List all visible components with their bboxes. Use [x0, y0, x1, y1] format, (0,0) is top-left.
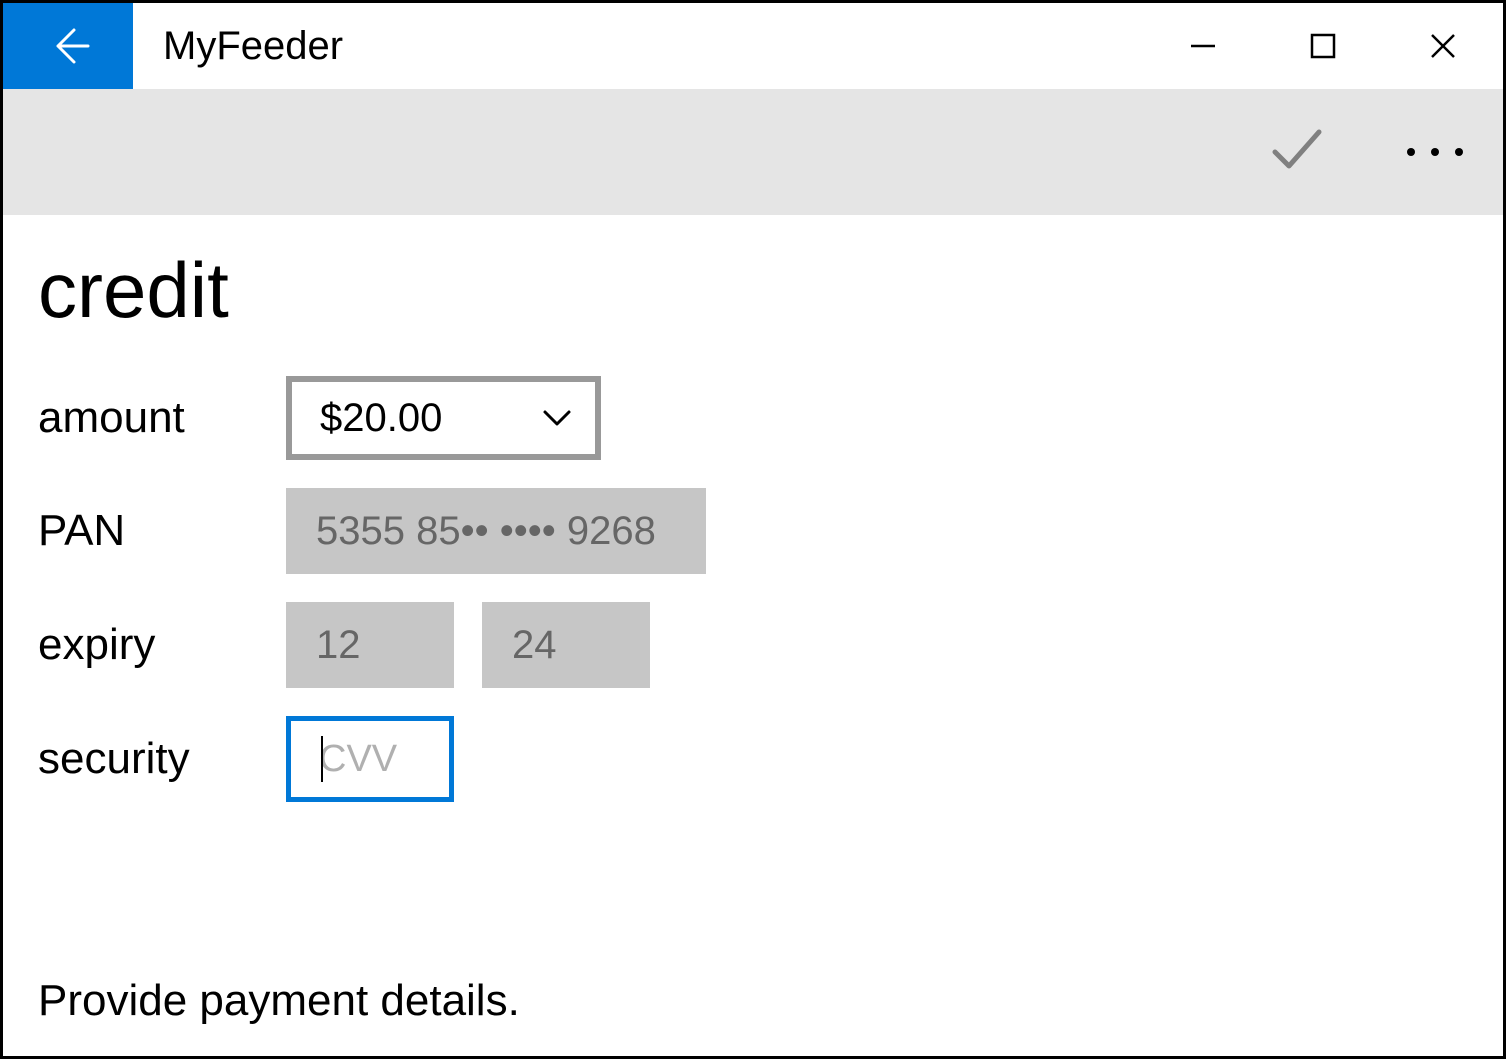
maximize-button[interactable] [1263, 3, 1383, 89]
chevron-down-icon [539, 400, 575, 436]
page-title: credit [38, 245, 1468, 336]
amount-value: $20.00 [320, 396, 539, 441]
expiry-group: 12 24 [286, 602, 650, 688]
security-label: security [38, 734, 286, 784]
close-button[interactable] [1383, 3, 1503, 89]
titlebar: MyFeeder [3, 3, 1503, 89]
back-button[interactable] [3, 3, 133, 89]
status-text: Provide payment details. [38, 976, 1468, 1026]
ellipsis-icon [1407, 148, 1415, 156]
back-arrow-icon [44, 22, 92, 70]
pan-field: 5355 85•• •••• 9268 [286, 488, 706, 574]
cvv-placeholder: CVV [319, 738, 397, 781]
amount-dropdown[interactable]: $20.00 [286, 376, 601, 460]
confirm-button[interactable] [1267, 120, 1327, 185]
cvv-input[interactable]: CVV [286, 716, 454, 802]
close-icon [1427, 30, 1459, 62]
more-button[interactable] [1407, 148, 1463, 156]
expiry-label: expiry [38, 620, 286, 670]
security-row: security CVV [38, 716, 1468, 802]
expiry-month-field: 12 [286, 602, 454, 688]
minimize-icon [1187, 30, 1219, 62]
maximize-icon [1307, 30, 1339, 62]
expiry-year-field: 24 [482, 602, 650, 688]
pan-row: PAN 5355 85•• •••• 9268 [38, 488, 1468, 574]
window-controls [1143, 3, 1503, 89]
app-title: MyFeeder [163, 24, 1143, 69]
minimize-button[interactable] [1143, 3, 1263, 89]
pan-label: PAN [38, 506, 286, 556]
amount-label: amount [38, 393, 286, 443]
content-area: credit amount $20.00 PAN 5355 85•• •••• … [3, 215, 1503, 1056]
checkmark-icon [1267, 120, 1327, 180]
command-bar [3, 89, 1503, 215]
text-cursor [321, 736, 323, 782]
amount-row: amount $20.00 [38, 376, 1468, 460]
expiry-row: expiry 12 24 [38, 602, 1468, 688]
